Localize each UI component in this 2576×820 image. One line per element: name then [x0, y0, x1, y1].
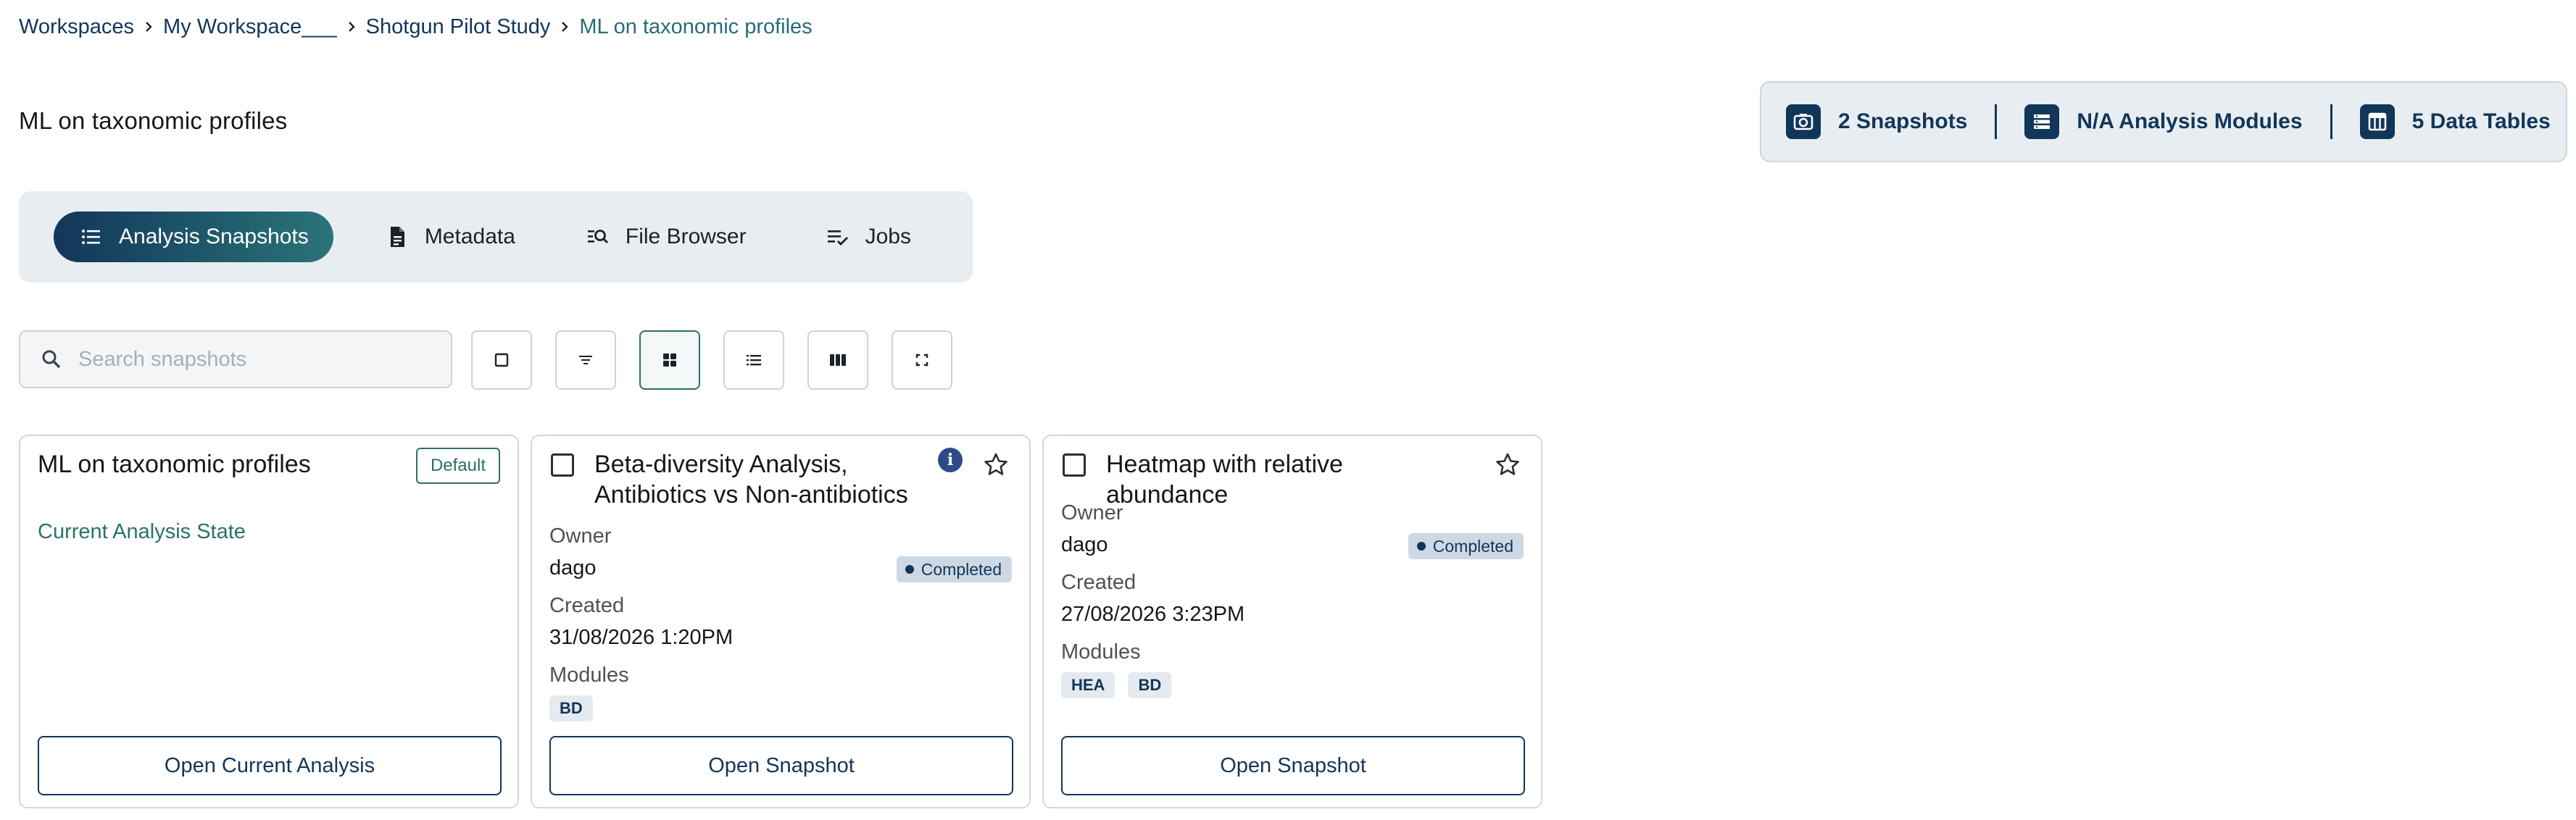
- modules-label: Modules: [1061, 640, 1141, 664]
- created-label: Created: [1061, 571, 1137, 594]
- status-badge: Completed: [896, 556, 1012, 582]
- list-view-button[interactable]: [723, 330, 784, 390]
- status-dot-icon: [1416, 542, 1426, 551]
- breadcrumb: Workspaces My Workspace___ Shotgun Pilot…: [19, 13, 813, 41]
- owner-label: Owner: [1061, 501, 1123, 524]
- star-icon[interactable]: [1493, 451, 1522, 480]
- current-analysis-card: ML on taxonomic profiles Default Current…: [19, 435, 519, 808]
- jobs-check-icon: [825, 224, 851, 250]
- module-tags: HEA BD: [1061, 672, 1172, 698]
- grid-view-icon: [663, 353, 676, 367]
- snapshots-count: 2 Snapshots: [1838, 109, 1968, 133]
- list-icon: [78, 224, 104, 250]
- fullscreen-icon: [915, 353, 928, 367]
- open-current-analysis-button[interactable]: Open Current Analysis: [38, 736, 502, 795]
- list-view-icon: [747, 355, 761, 366]
- module-tag: HEA: [1061, 672, 1115, 698]
- tab-label: Metadata: [424, 225, 515, 248]
- stack-list-icon: [2024, 104, 2060, 139]
- tab-label: Analysis Snapshots: [119, 225, 309, 248]
- status-badge: Completed: [1408, 533, 1524, 559]
- stat-divider: [1995, 104, 1998, 139]
- filter-icon: [579, 356, 592, 364]
- select-all-button[interactable]: [471, 330, 532, 390]
- camera-icon: [1786, 104, 1821, 139]
- stat-modules: N/A Analysis Modules: [2024, 83, 2303, 161]
- snapshot-checkbox[interactable]: [551, 453, 574, 477]
- modules-count: N/A Analysis Modules: [2077, 109, 2303, 133]
- snapshot-card: Heatmap with relative abundance Owner da…: [1042, 435, 1542, 808]
- stat-divider: [2330, 104, 2332, 139]
- module-tags: BD: [549, 695, 593, 721]
- created-value: 31/08/2026 1:20PM: [549, 626, 734, 649]
- star-icon[interactable]: [981, 451, 1010, 480]
- owner-value: dago: [549, 556, 597, 580]
- card-title: ML on taxonomic profiles: [38, 451, 311, 478]
- created-value: 27/08/2026 3:23PM: [1061, 603, 1245, 626]
- tables-count: 5 Data Tables: [2411, 109, 2551, 133]
- tab-jobs[interactable]: Jobs: [800, 212, 936, 262]
- info-icon[interactable]: i: [938, 448, 963, 472]
- default-badge: Default: [415, 448, 500, 484]
- document-icon: [384, 224, 410, 250]
- breadcrumb-my-workspace[interactable]: My Workspace___: [163, 15, 337, 39]
- created-label: Created: [549, 594, 625, 617]
- module-tag: BD: [1128, 672, 1172, 698]
- tab-metadata[interactable]: Metadata: [360, 212, 540, 262]
- chevron-right-icon: [134, 13, 163, 41]
- breadcrumb-current: ML on taxonomic profiles: [579, 14, 813, 38]
- owner-value: dago: [1061, 533, 1108, 556]
- stat-tables: 5 Data Tables: [2359, 83, 2551, 161]
- breadcrumb-workspaces[interactable]: Workspaces: [19, 15, 134, 39]
- file-search-icon: [585, 224, 611, 250]
- page-title: ML on taxonomic profiles: [19, 107, 288, 134]
- snapshot-card: Beta-diversity Analysis, Antibiotics vs …: [531, 435, 1031, 808]
- card-title: Heatmap with relative abundance: [1106, 451, 1343, 509]
- card-title: Beta-diversity Analysis, Antibiotics vs …: [594, 451, 908, 509]
- status-text: Completed: [1432, 536, 1513, 556]
- stat-snapshots: 2 Snapshots: [1786, 83, 1967, 161]
- status-text: Completed: [921, 559, 1002, 579]
- status-dot-icon: [905, 565, 914, 574]
- tab-analysis-snapshots[interactable]: Analysis Snapshots: [54, 212, 333, 262]
- tab-file-browser[interactable]: File Browser: [560, 212, 771, 262]
- search-input[interactable]: [78, 347, 441, 372]
- search-icon: [42, 350, 61, 369]
- chevron-right-icon: [550, 13, 579, 41]
- fullscreen-button[interactable]: [892, 330, 952, 390]
- modules-label: Modules: [549, 664, 629, 687]
- chevron-right-icon: [337, 13, 366, 41]
- open-snapshot-button[interactable]: Open Snapshot: [549, 736, 1013, 795]
- tab-label: Jobs: [865, 225, 911, 248]
- section-tabs: Analysis Snapshots Metadata File Browser…: [19, 191, 973, 283]
- breadcrumb-study[interactable]: Shotgun Pilot Study: [366, 15, 551, 39]
- module-tag: BD: [549, 695, 593, 721]
- snapshot-checkbox[interactable]: [1063, 453, 1086, 477]
- search-box: [19, 330, 452, 388]
- current-analysis-state-link[interactable]: Current Analysis State: [38, 520, 246, 544]
- grid-view-button[interactable]: [639, 330, 700, 390]
- column-view-icon: [830, 354, 846, 366]
- checkbox-icon: [494, 353, 509, 367]
- filter-button[interactable]: [555, 330, 616, 390]
- owner-label: Owner: [549, 524, 612, 548]
- tab-label: File Browser: [625, 225, 747, 248]
- workspace-stats-panel: 2 Snapshots N/A Analysis Modules 5 Data …: [1760, 81, 2567, 162]
- column-view-button[interactable]: [807, 330, 868, 390]
- table-icon: [2359, 104, 2395, 139]
- open-snapshot-button[interactable]: Open Snapshot: [1061, 736, 1525, 795]
